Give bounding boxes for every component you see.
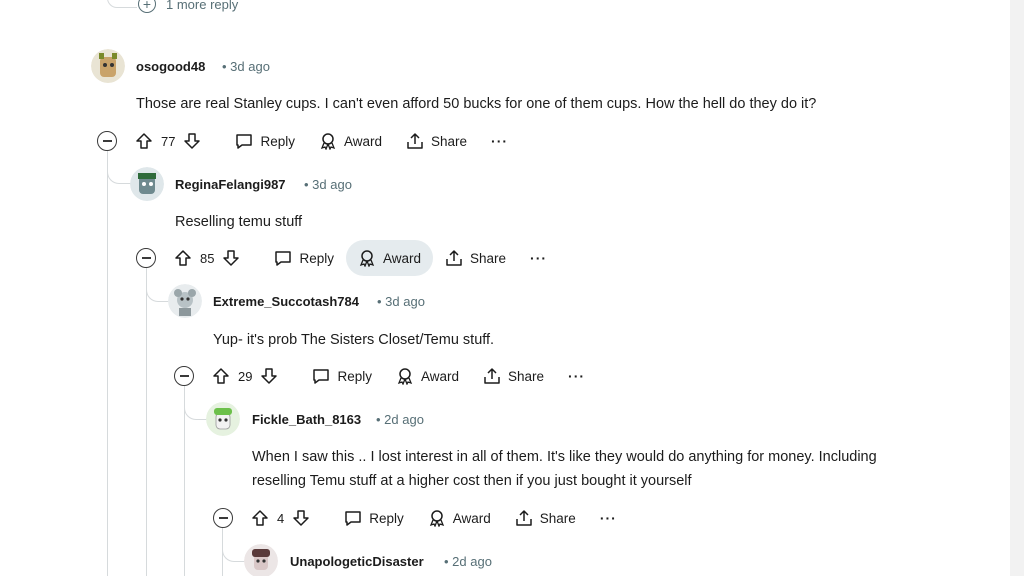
- collapse-icon[interactable]: [213, 508, 233, 528]
- more-replies-label: 1 more reply: [166, 0, 239, 12]
- downvote-icon[interactable]: [222, 249, 240, 267]
- share-label: Share: [470, 250, 507, 266]
- avatar[interactable]: [130, 167, 164, 201]
- thread-line: [107, 150, 108, 576]
- comment-timestamp[interactable]: • 2d ago: [376, 412, 424, 427]
- downvote-icon[interactable]: [292, 509, 310, 527]
- comment-author[interactable]: osogood48: [136, 59, 205, 74]
- reply-icon: [345, 511, 361, 526]
- vote-controls: 4: [251, 509, 310, 527]
- more-options-button[interactable]: ···: [518, 250, 559, 266]
- comment-body-line: When I saw this .. I lost interest in al…: [252, 449, 877, 465]
- share-button[interactable]: Share: [394, 123, 479, 159]
- award-icon: [397, 368, 413, 385]
- reply-button[interactable]: Reply: [300, 358, 384, 394]
- scrollbar[interactable]: [1010, 0, 1024, 576]
- reply-icon: [275, 251, 292, 266]
- comment-author[interactable]: Extreme_Succotash784: [213, 294, 359, 309]
- vote-controls: 29: [212, 367, 278, 385]
- award-label: Award: [343, 133, 383, 149]
- reply-label: Reply: [369, 510, 404, 526]
- downvote-icon[interactable]: [183, 132, 201, 150]
- comment-body: Yup- it's prob The Sisters Closet/Temu s…: [213, 332, 495, 348]
- more-replies-button[interactable]: + 1 more reply: [138, 0, 238, 13]
- avatar[interactable]: [244, 544, 278, 576]
- award-label: Award: [382, 250, 422, 266]
- upvote-icon[interactable]: [135, 132, 153, 150]
- share-button[interactable]: Share: [471, 358, 556, 394]
- thread-line: [184, 386, 185, 576]
- award-label: Award: [452, 510, 491, 526]
- comment-body: When I saw this .. I lost interest in al…: [252, 445, 877, 493]
- comment-timestamp[interactable]: • 2d ago: [444, 554, 492, 569]
- more-options-button[interactable]: ···: [479, 133, 520, 149]
- avatar[interactable]: [206, 402, 240, 436]
- share-icon: [516, 510, 532, 526]
- collapse-icon[interactable]: [174, 366, 194, 386]
- collapse-icon[interactable]: [136, 248, 156, 268]
- share-icon: [407, 133, 423, 149]
- comment-author[interactable]: ReginaFelangi987: [175, 177, 286, 192]
- comment-body: Reselling temu stuff: [175, 214, 303, 230]
- award-button[interactable]: Award: [307, 123, 394, 159]
- award-button[interactable]: Award: [416, 500, 503, 536]
- downvote-icon[interactable]: [260, 367, 278, 385]
- award-button[interactable]: Award: [345, 240, 434, 276]
- comment-actions: 29 Reply Award Share ···: [174, 358, 597, 394]
- award-button[interactable]: Award: [384, 358, 471, 394]
- reply-icon: [313, 369, 330, 384]
- avatar[interactable]: [91, 49, 125, 83]
- comment-actions: 77 Reply Award Share ···: [97, 123, 520, 159]
- share-label: Share: [508, 368, 545, 384]
- upvote-icon[interactable]: [174, 249, 192, 267]
- avatar[interactable]: [168, 284, 202, 318]
- expand-icon: +: [138, 0, 156, 13]
- comment-actions: 4 Reply Award Share ···: [213, 500, 629, 536]
- comment-author[interactable]: UnapologeticDisaster: [290, 554, 424, 569]
- comment-timestamp[interactable]: • 3d ago: [377, 294, 425, 309]
- comment-author[interactable]: Fickle_Bath_8163: [252, 412, 361, 427]
- share-label: Share: [539, 510, 576, 526]
- share-icon: [484, 368, 500, 384]
- share-button[interactable]: Share: [433, 240, 518, 276]
- award-label: Award: [420, 368, 460, 384]
- share-button[interactable]: Share: [503, 500, 588, 536]
- reply-label: Reply: [260, 133, 295, 149]
- vote-controls: 85: [174, 249, 240, 267]
- reply-button[interactable]: Reply: [332, 500, 416, 536]
- upvote-icon[interactable]: [212, 367, 230, 385]
- reply-icon: [236, 134, 253, 149]
- share-icon: [446, 250, 462, 266]
- reply-label: Reply: [337, 368, 372, 384]
- award-icon: [359, 250, 375, 267]
- comment-timestamp[interactable]: • 3d ago: [304, 177, 352, 192]
- collapse-icon[interactable]: [97, 131, 117, 151]
- thread-connector: [107, 0, 137, 8]
- comment-actions: 85 Reply Award Share ···: [136, 240, 559, 276]
- comment-body: Those are real Stanley cups. I can't eve…: [136, 96, 817, 112]
- award-icon: [429, 510, 444, 527]
- more-options-button[interactable]: ···: [588, 510, 629, 526]
- vote-count: 85: [200, 250, 215, 266]
- upvote-icon[interactable]: [251, 509, 269, 527]
- vote-controls: 77: [135, 132, 201, 150]
- vote-count: 29: [238, 368, 253, 384]
- share-label: Share: [431, 133, 468, 149]
- award-icon: [320, 133, 336, 150]
- comment-body-line: reselling Temu stuff at a higher cost th…: [252, 473, 692, 489]
- vote-count: 4: [277, 510, 285, 526]
- reply-button[interactable]: Reply: [262, 240, 346, 276]
- vote-count: 77: [161, 133, 176, 149]
- reply-button[interactable]: Reply: [223, 123, 307, 159]
- thread-line: [146, 268, 147, 576]
- comment-timestamp[interactable]: • 3d ago: [222, 59, 270, 74]
- reply-label: Reply: [299, 250, 334, 266]
- more-options-button[interactable]: ···: [556, 368, 597, 384]
